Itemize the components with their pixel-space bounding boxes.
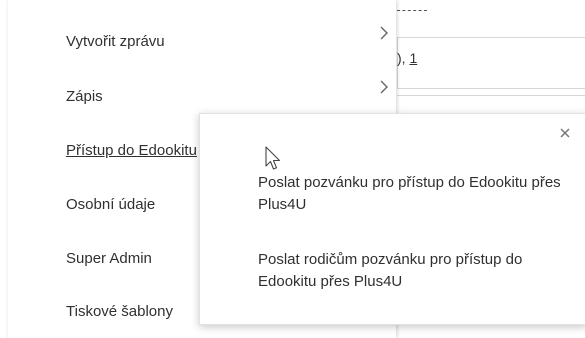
invite-link-plus4u[interactable]: Poslat pozvánku pro přístup do Edookitu … <box>258 172 578 216</box>
menu-item-vytvorit-zpravu[interactable]: Vytvořit zprávu <box>66 28 165 56</box>
mouse-cursor-icon <box>265 146 281 170</box>
close-icon[interactable] <box>558 126 572 140</box>
chevron-right-icon[interactable] <box>378 25 390 41</box>
background-field <box>397 37 585 89</box>
background-field-2 <box>397 95 585 112</box>
menu-item-super-admin[interactable]: Super Admin <box>66 245 152 273</box>
chevron-right-icon[interactable] <box>378 79 390 95</box>
submenu-popup: Poslat pozvánku pro přístup do Edookitu … <box>199 113 585 325</box>
background-field-text: ), 1 <box>397 50 418 66</box>
background-field-link[interactable]: 1 <box>409 50 417 66</box>
menu-item-osobni-udaje[interactable]: Osobní údaje <box>66 191 155 219</box>
menu-item-tiskove-sablony[interactable]: Tiskové šablony <box>66 298 173 326</box>
background-divider <box>397 0 427 11</box>
invite-parents-link-plus4u[interactable]: Poslat rodičům pozvánku pro přístup do E… <box>258 249 578 293</box>
menu-item-zapis[interactable]: Zápis <box>66 83 103 111</box>
menu-item-pristup-do-edookitu[interactable]: Přístup do Edookitu <box>66 137 197 165</box>
